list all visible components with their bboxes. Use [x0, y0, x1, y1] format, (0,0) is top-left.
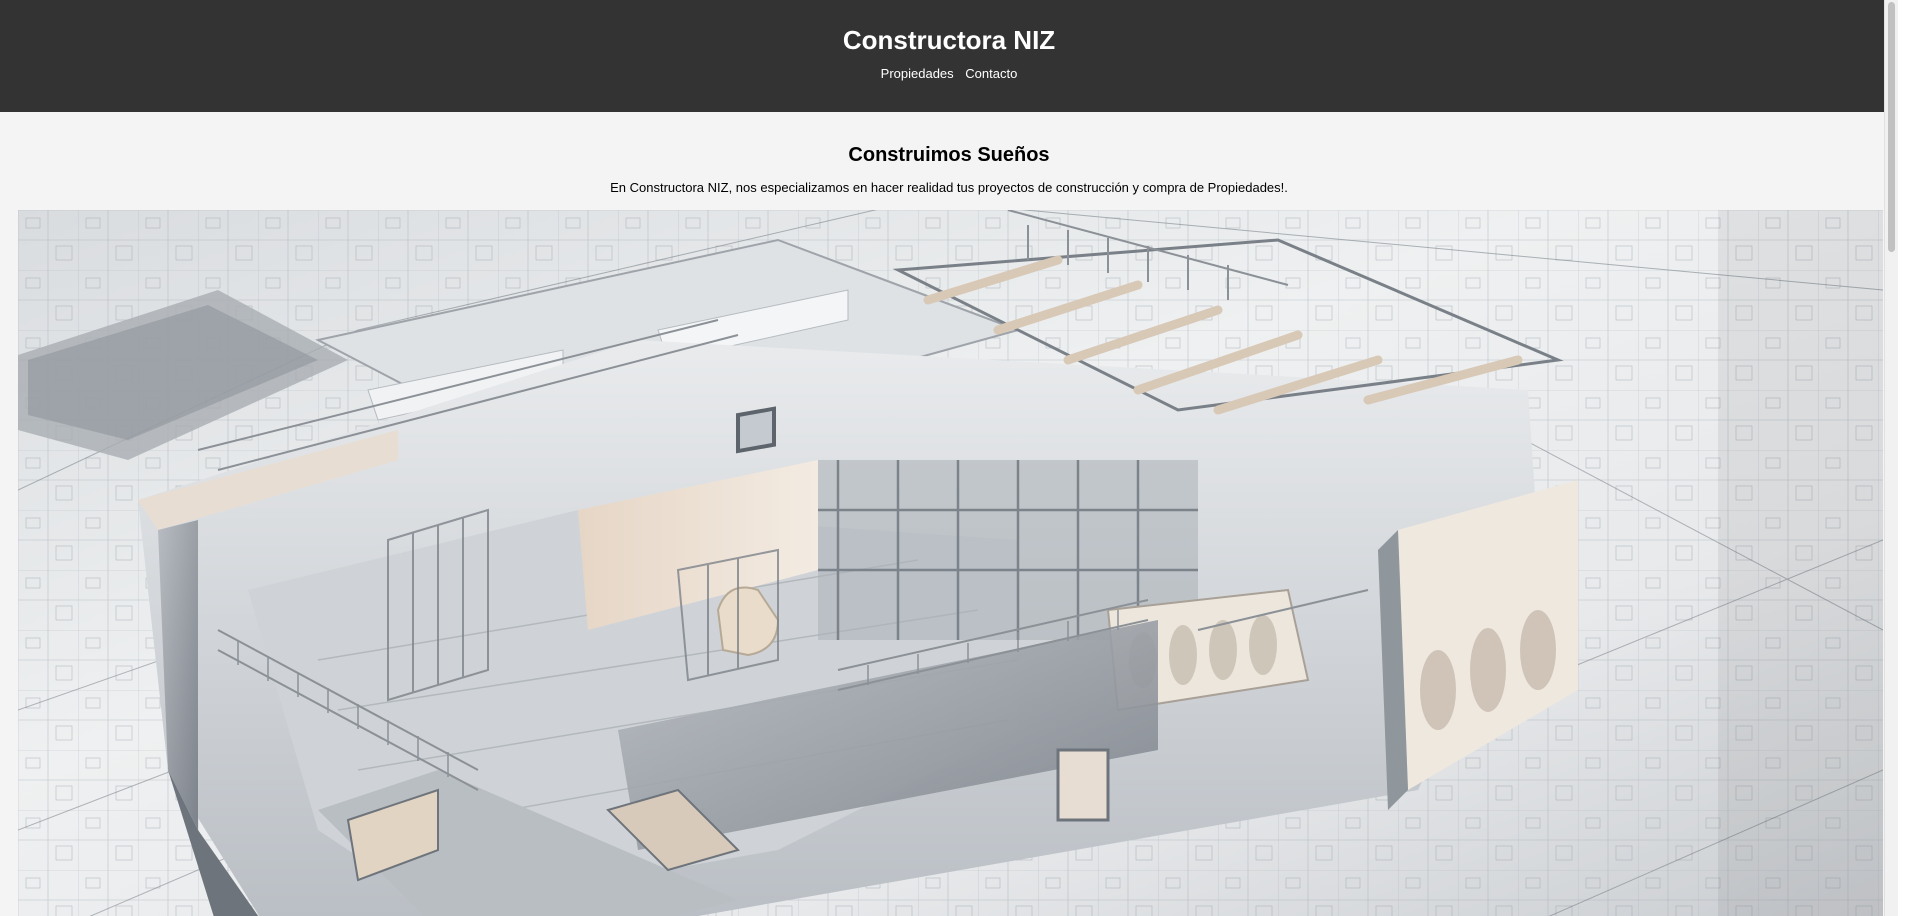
nav-link-contacto[interactable]: Contacto — [965, 66, 1017, 81]
architectural-model-illustration — [18, 210, 1883, 916]
main-content: Construimos Sueños En Constructora NIZ, … — [0, 112, 1898, 196]
page: Constructora NIZ Propiedades Contacto Co… — [0, 0, 1898, 916]
hero-heading: Construimos Sueños — [848, 144, 1050, 166]
main-nav: Propiedades Contacto — [0, 66, 1898, 82]
nav-link-propiedades[interactable]: Propiedades — [881, 66, 954, 81]
hero-text: En Constructora NIZ, nos especializamos … — [610, 180, 1288, 195]
hero-image-architectural-model — [18, 210, 1883, 916]
vertical-scrollbar[interactable] — [1884, 0, 1898, 916]
site-header: Constructora NIZ Propiedades Contacto — [0, 0, 1898, 112]
site-title: Constructora NIZ — [842, 25, 1056, 55]
scrollbar-thumb[interactable] — [1888, 2, 1895, 252]
